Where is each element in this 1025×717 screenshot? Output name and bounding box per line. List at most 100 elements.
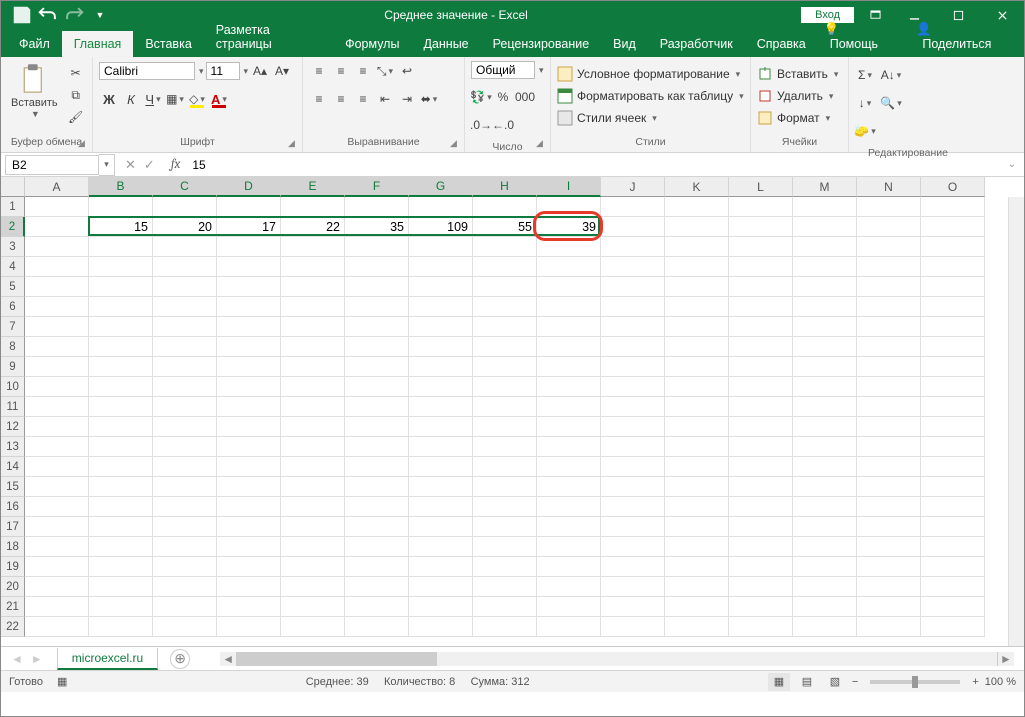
cell[interactable] xyxy=(921,217,985,237)
format-as-table-button[interactable]: Форматировать как таблицу▾ xyxy=(557,87,744,105)
cell[interactable] xyxy=(409,237,473,257)
column-header[interactable]: B xyxy=(89,177,153,197)
cell[interactable] xyxy=(281,437,345,457)
cell[interactable] xyxy=(601,597,665,617)
cell[interactable] xyxy=(217,297,281,317)
cell[interactable] xyxy=(153,397,217,417)
cell[interactable] xyxy=(729,337,793,357)
cell[interactable] xyxy=(857,377,921,397)
tab-help[interactable]: Справка xyxy=(745,31,818,57)
cell[interactable] xyxy=(601,617,665,637)
delete-cells-button[interactable]: Удалить▾ xyxy=(757,87,833,105)
cell[interactable] xyxy=(857,497,921,517)
row-header[interactable]: 3 xyxy=(1,237,25,257)
cell[interactable] xyxy=(601,557,665,577)
autosum-icon[interactable]: Σ▾ xyxy=(855,65,875,85)
cell[interactable] xyxy=(857,237,921,257)
cell[interactable] xyxy=(153,277,217,297)
cell[interactable] xyxy=(217,417,281,437)
cell[interactable] xyxy=(345,497,409,517)
increase-indent-icon[interactable]: ⇥ xyxy=(397,89,417,109)
merge-center-icon[interactable]: ⬌▾ xyxy=(419,89,439,109)
cell[interactable] xyxy=(281,597,345,617)
cell[interactable] xyxy=(601,437,665,457)
cell[interactable] xyxy=(25,597,89,617)
cell[interactable] xyxy=(601,517,665,537)
cell[interactable] xyxy=(153,417,217,437)
cell[interactable] xyxy=(345,477,409,497)
tab-review[interactable]: Рецензирование xyxy=(481,31,602,57)
cell[interactable] xyxy=(857,437,921,457)
cell[interactable] xyxy=(473,297,537,317)
cell[interactable] xyxy=(921,557,985,577)
cell[interactable] xyxy=(601,337,665,357)
cell[interactable] xyxy=(601,217,665,237)
cell[interactable] xyxy=(153,557,217,577)
cell[interactable]: 55 xyxy=(473,217,537,237)
cell[interactable] xyxy=(729,257,793,277)
cell[interactable] xyxy=(345,297,409,317)
cell[interactable] xyxy=(665,477,729,497)
cell[interactable] xyxy=(729,617,793,637)
hscroll-right-icon[interactable]: ► xyxy=(998,652,1014,666)
cell[interactable] xyxy=(281,397,345,417)
cell[interactable] xyxy=(473,357,537,377)
cell[interactable] xyxy=(729,557,793,577)
cell[interactable] xyxy=(217,197,281,217)
paste-button[interactable]: Вставить ▼ xyxy=(7,61,62,121)
cell[interactable] xyxy=(89,557,153,577)
cell[interactable] xyxy=(409,417,473,437)
cell[interactable]: 17 xyxy=(217,217,281,237)
cell[interactable] xyxy=(857,217,921,237)
cell[interactable] xyxy=(25,517,89,537)
cell[interactable] xyxy=(537,377,601,397)
format-painter-icon[interactable]: 🖌 xyxy=(66,107,86,127)
cell-styles-button[interactable]: Стили ячеек▾ xyxy=(557,109,657,127)
increase-decimal-icon[interactable]: .0→ xyxy=(471,115,491,135)
font-name-select[interactable] xyxy=(99,62,195,80)
italic-button[interactable]: К xyxy=(121,89,141,109)
tell-me-button[interactable]: 💡 Помощь xyxy=(818,16,903,57)
cell[interactable] xyxy=(793,357,857,377)
cell[interactable] xyxy=(25,357,89,377)
fill-color-icon[interactable]: ◇▾ xyxy=(187,89,207,109)
row-header[interactable]: 16 xyxy=(1,497,25,517)
cell[interactable] xyxy=(345,337,409,357)
cell[interactable] xyxy=(25,217,89,237)
cell[interactable] xyxy=(473,437,537,457)
cell[interactable] xyxy=(153,337,217,357)
cell[interactable] xyxy=(921,437,985,457)
cell[interactable] xyxy=(89,277,153,297)
cell[interactable] xyxy=(345,257,409,277)
cell[interactable] xyxy=(857,197,921,217)
cell[interactable] xyxy=(153,297,217,317)
cell[interactable] xyxy=(793,197,857,217)
cell[interactable] xyxy=(729,297,793,317)
cell[interactable] xyxy=(537,557,601,577)
cell[interactable] xyxy=(537,457,601,477)
cell[interactable] xyxy=(665,397,729,417)
zoom-slider[interactable] xyxy=(870,680,960,684)
cell[interactable] xyxy=(729,237,793,257)
percent-icon[interactable]: % xyxy=(493,87,513,107)
cell[interactable] xyxy=(473,497,537,517)
cell[interactable] xyxy=(153,357,217,377)
cell[interactable] xyxy=(473,457,537,477)
cell[interactable] xyxy=(537,357,601,377)
row-header[interactable]: 21 xyxy=(1,597,25,617)
cell[interactable] xyxy=(409,497,473,517)
cell[interactable] xyxy=(473,577,537,597)
cell[interactable] xyxy=(729,277,793,297)
cell[interactable] xyxy=(601,497,665,517)
insert-cells-button[interactable]: Вставить▾ xyxy=(757,65,838,83)
conditional-formatting-button[interactable]: Условное форматирование▾ xyxy=(557,65,740,83)
worksheet-grid[interactable]: ABCDEFGHIJKLMNO 123456789101112131415161… xyxy=(1,177,1024,646)
cell[interactable] xyxy=(89,317,153,337)
cell[interactable] xyxy=(857,317,921,337)
cell[interactable] xyxy=(921,197,985,217)
row-header[interactable]: 2 xyxy=(1,217,25,237)
cell[interactable]: 39 xyxy=(537,217,601,237)
cell[interactable] xyxy=(729,477,793,497)
cell[interactable] xyxy=(345,537,409,557)
row-header[interactable]: 9 xyxy=(1,357,25,377)
